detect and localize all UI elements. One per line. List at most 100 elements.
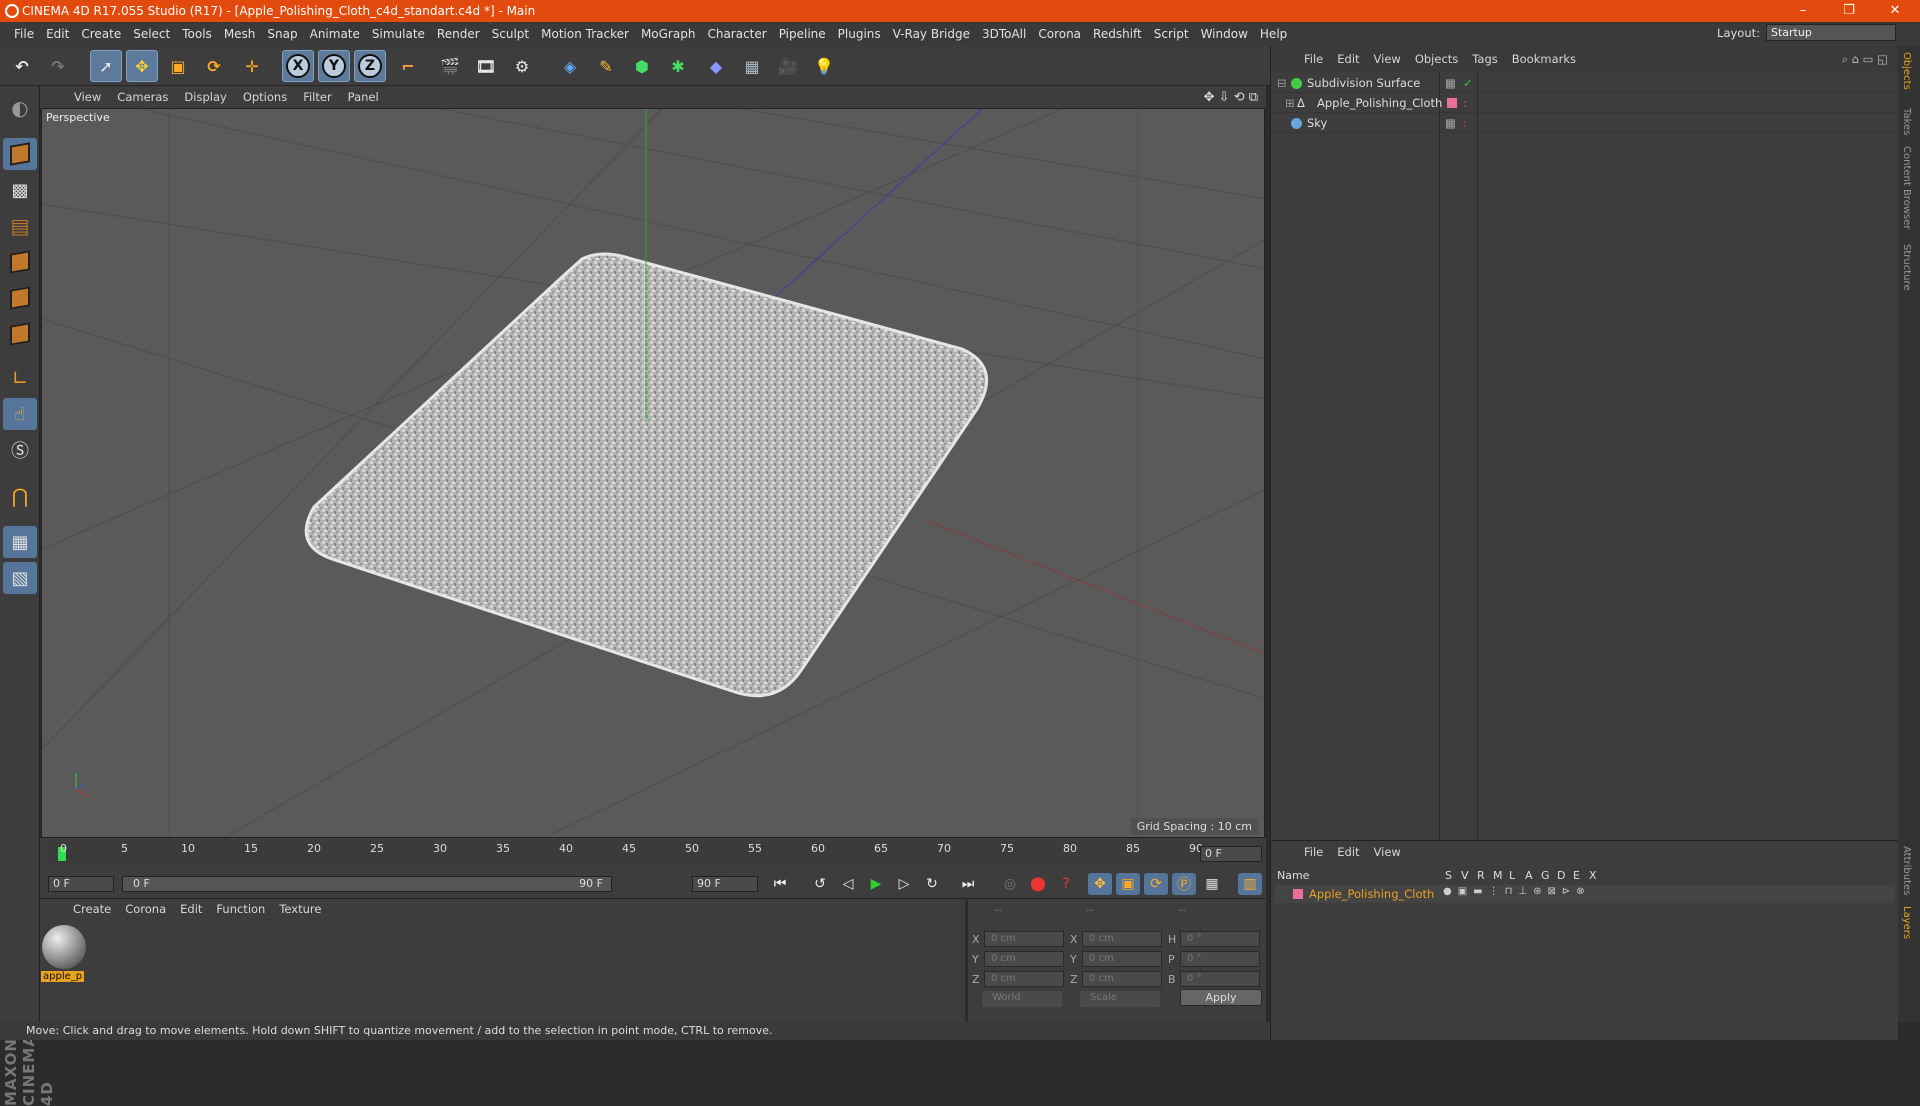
viewport-perspective-label[interactable]: Perspective [46, 111, 110, 124]
position-y-field[interactable]: 0 cm [984, 951, 1064, 967]
tweak-mode-icon[interactable]: ☝ [3, 398, 37, 430]
subdivision-icon[interactable]: ⬢ [626, 50, 658, 82]
tab-content-browser[interactable]: Content Browser [1901, 146, 1912, 229]
render-picture-viewer-icon[interactable]: 🎞 [470, 50, 502, 82]
material-menu-function[interactable]: Function [209, 902, 272, 916]
size-mode-dropdown[interactable]: Scale [1080, 991, 1160, 1007]
pen-spline-icon[interactable]: ✎ [590, 50, 622, 82]
record-icon[interactable]: ⬤ [1026, 873, 1050, 895]
make-editable-icon[interactable]: ◐ [3, 92, 37, 124]
previous-frame-icon[interactable]: ◁ [836, 873, 860, 895]
layer-color-icon[interactable] [1447, 98, 1457, 108]
close-button[interactable]: ✕ [1874, 0, 1916, 22]
viewport-menu-view[interactable]: View [66, 90, 109, 104]
go-to-start-icon[interactable]: ⏮ [768, 873, 792, 895]
material-menu-corona[interactable]: Corona [118, 902, 173, 916]
layer-menu-view[interactable]: View [1367, 845, 1408, 859]
current-frame-field[interactable]: 0 F [1200, 846, 1262, 862]
play-icon[interactable]: ▶ [864, 873, 888, 895]
edges-mode-icon[interactable] [3, 282, 37, 314]
menu-vray-bridge[interactable]: V-Ray Bridge [887, 27, 976, 41]
menu-file[interactable]: File [8, 27, 40, 41]
planar-workplane-icon[interactable]: ▧ [3, 562, 37, 594]
menu-window[interactable]: Window [1195, 27, 1254, 41]
object-menu-file[interactable]: File [1297, 52, 1330, 66]
axis-mode-icon[interactable]: ∟ [3, 362, 37, 394]
redo-icon[interactable]: ↷ [42, 50, 74, 82]
snap-icon[interactable]: Ⓢ [3, 434, 37, 466]
apply-button[interactable]: Apply [1180, 989, 1262, 1006]
cloner-icon[interactable]: ✱ [662, 50, 694, 82]
menu-redshift[interactable]: Redshift [1087, 27, 1148, 41]
key-param-icon[interactable]: Ⓟ [1172, 873, 1196, 895]
viewport-menu-panel[interactable]: Panel [340, 90, 387, 104]
scale-tool-icon[interactable]: ▣ [162, 50, 194, 82]
material-menu-edit[interactable]: Edit [173, 902, 209, 916]
layer-menu-edit[interactable]: Edit [1330, 845, 1366, 859]
tab-structure[interactable]: Structure [1901, 244, 1912, 291]
menu-create[interactable]: Create [75, 27, 127, 41]
tree-toggle-icon[interactable]: ⊞ [1285, 96, 1295, 110]
axis-x-button[interactable]: X [282, 50, 314, 82]
texture-mode-icon[interactable]: ▩ [3, 174, 37, 206]
tab-layers[interactable]: Layers [1901, 906, 1912, 939]
minimize-button[interactable]: – [1782, 0, 1824, 22]
rotation-b-field[interactable]: 0 ° [1180, 971, 1260, 987]
viewport-menu-options[interactable]: Options [235, 90, 295, 104]
camera-icon[interactable]: 🎥 [772, 50, 804, 82]
material-thumbnail[interactable] [42, 925, 86, 969]
render-settings-icon[interactable]: ⚙ [506, 50, 538, 82]
menu-character[interactable]: Character [701, 27, 772, 41]
menu-mograph[interactable]: MoGraph [635, 27, 702, 41]
menu-mesh[interactable]: Mesh [218, 27, 262, 41]
layer-name[interactable]: Apple_Polishing_Cloth [1309, 887, 1434, 901]
visibility-dots-icon[interactable]: : [1463, 116, 1467, 130]
size-z-field[interactable]: 0 cm [1082, 971, 1162, 987]
rotate-tool-icon[interactable]: ⟳ [198, 50, 230, 82]
menu-simulate[interactable]: Simulate [366, 27, 431, 41]
end-frame-field[interactable]: 90 F [692, 876, 758, 892]
menu-edit[interactable]: Edit [40, 27, 75, 41]
menu-help[interactable]: Help [1254, 27, 1293, 41]
coord-mode-dropdown[interactable]: World [982, 991, 1062, 1007]
key-scale-icon[interactable]: ▣ [1116, 873, 1140, 895]
previous-key-icon[interactable]: ↺ [808, 873, 832, 895]
menu-script[interactable]: Script [1148, 27, 1195, 41]
tree-toggle-icon[interactable]: ⊟ [1277, 76, 1287, 90]
menu-3dtoall[interactable]: 3DToAll [976, 27, 1032, 41]
key-position-icon[interactable]: ✥ [1088, 873, 1112, 895]
layer-row[interactable]: Apple_Polishing_Cloth ●▣▬⋮⊓⊥⊛⊠⊳⊗ [1275, 885, 1895, 903]
menu-select[interactable]: Select [127, 27, 176, 41]
tab-attributes[interactable]: Attributes [1901, 846, 1912, 895]
coordinate-system-icon[interactable]: ⌐ [392, 50, 424, 82]
model-mode-icon[interactable] [3, 138, 37, 170]
axis-z-button[interactable]: Z [354, 50, 386, 82]
cube-object-icon[interactable]: ◈ [554, 50, 586, 82]
key-pla-icon[interactable]: ▦ [1200, 873, 1224, 895]
layer-toggle-icons[interactable]: ●▣▬⋮⊓⊥⊛⊠⊳⊗ [1443, 886, 1591, 897]
start-frame-field[interactable]: 0 F [48, 876, 114, 892]
editor-visibility-icon[interactable]: ▦ [1445, 76, 1456, 90]
3d-viewport[interactable]: Perspective Grid Spacing : 10 cm [41, 108, 1265, 838]
object-name[interactable]: Sky [1307, 116, 1327, 130]
render-view-icon[interactable]: 🎬 [434, 50, 466, 82]
position-z-field[interactable]: 0 cm [984, 971, 1064, 987]
object-menu-edit[interactable]: Edit [1330, 52, 1366, 66]
floor-icon[interactable]: ▦ [736, 50, 768, 82]
undo-icon[interactable]: ↶ [6, 50, 38, 82]
enabled-check-icon[interactable]: ✓ [1463, 76, 1473, 90]
menu-animate[interactable]: Animate [304, 27, 366, 41]
maximize-button[interactable]: ❐ [1828, 0, 1870, 22]
menu-motion-tracker[interactable]: Motion Tracker [535, 27, 635, 41]
viewport-nav-icons[interactable]: ✥ ⇩ ⟲ ⧉ [1204, 90, 1258, 105]
autokey-icon[interactable]: ? [1054, 873, 1078, 895]
move-tool-icon[interactable]: ✥ [126, 50, 158, 82]
object-menu-tags[interactable]: Tags [1465, 52, 1504, 66]
object-menu-bookmarks[interactable]: Bookmarks [1505, 52, 1583, 66]
timeline-window-icon[interactable]: ▥ [1238, 873, 1262, 895]
timeline-ruler[interactable]: 0 5 10 15 20 25 30 35 40 45 50 55 60 65 … [48, 842, 1203, 866]
position-x-field[interactable]: 0 cm [984, 931, 1064, 947]
material-name[interactable]: apple_p [41, 971, 85, 982]
locked-workplane-icon[interactable]: ▦ [3, 526, 37, 558]
object-name[interactable]: Subdivision Surface [1307, 76, 1420, 90]
